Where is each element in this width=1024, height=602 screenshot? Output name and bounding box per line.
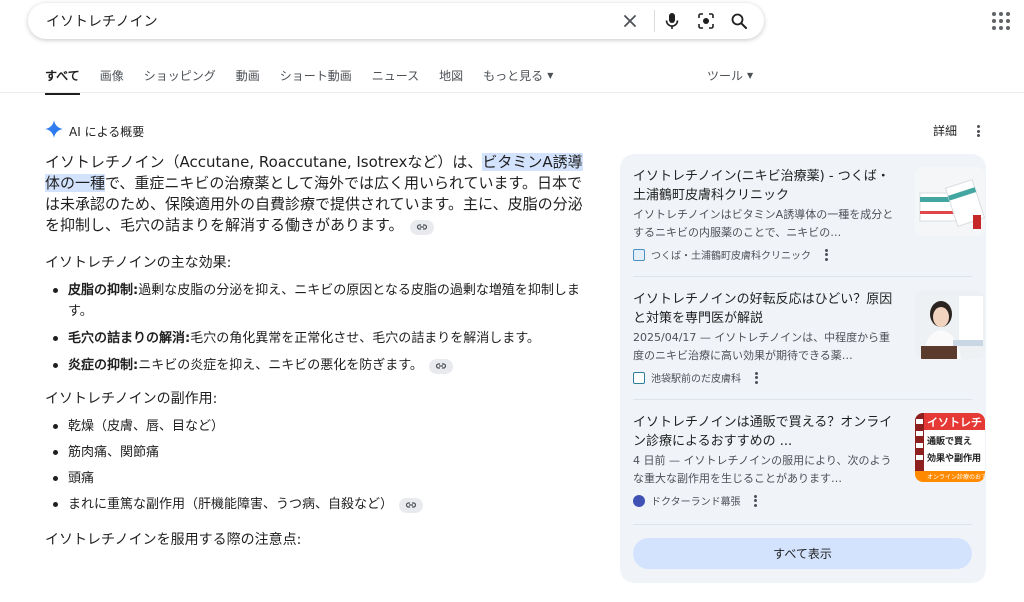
thumb-text: 通販で買え	[927, 437, 973, 447]
more-options-icon[interactable]	[821, 248, 831, 261]
list-item: 皮脂の抑制:過剰な皮脂の分泌を抑え、ニキビの原因となる皮脂の過剰な増殖を抑制しま…	[45, 280, 585, 322]
tab-news[interactable]: ニュース	[372, 64, 419, 92]
tools-button[interactable]: ツール ▼	[707, 67, 753, 84]
thumbnail-image[interactable]	[915, 290, 985, 359]
more-options-icon[interactable]	[751, 371, 761, 384]
effects-heading: イソトレチノインの主な効果:	[45, 255, 232, 271]
source-meta: 池袋駅前のだ皮膚科	[633, 370, 761, 385]
side-effect-text: まれに重篤な副作用（肝機能障害、うつ病、自殺など）	[68, 497, 394, 512]
card-divider	[633, 399, 972, 400]
precautions-heading: イソトレチノインを服用する際の注意点:	[45, 532, 302, 548]
effects-list: 皮脂の抑制:過剰な皮脂の分泌を抑え、ニキビの原因となる皮脂の過剰な増殖を抑制しま…	[45, 280, 585, 376]
link-icon[interactable]	[399, 497, 424, 513]
search-icon[interactable]	[729, 11, 749, 31]
effect-term: 炎症の抑制:	[68, 358, 139, 373]
source-snippet: 4 日前 — イソトレチノインの服用により、次のような重大な副作用を生じることが…	[633, 454, 892, 485]
tab-maps[interactable]: 地図	[439, 64, 463, 92]
sources-panel: イソトレチノイン(ニキビ治療薬) - つくば・土浦鶴町皮膚科クリニック イソトレ…	[620, 154, 986, 583]
source-site: 池袋駅前のだ皮膚科	[651, 374, 741, 385]
favicon-icon	[633, 371, 645, 384]
close-icon[interactable]	[620, 11, 640, 31]
side-effects-heading: イソトレチノインの副作用:	[45, 391, 218, 407]
chevron-down-icon: ▼	[547, 71, 554, 80]
thumb-text: オンライン診療のおすすめ	[927, 474, 985, 481]
favicon-icon	[633, 248, 645, 261]
list-item: 頭痛	[45, 468, 585, 489]
list-item: 乾燥（皮膚、唇、目など）	[45, 416, 585, 437]
effect-term: 毛穴の詰まりの解消:	[68, 331, 191, 346]
search-input[interactable]	[46, 6, 606, 36]
effect-text: 過剰な皮脂の分泌を抑え、ニキビの原因となる皮脂の過剰な増殖を抑制します。	[68, 283, 580, 319]
intro-text-1: イソトレチノイン（Accutane, Roaccutane, Isotrexなど…	[45, 153, 483, 171]
search-bar	[28, 3, 764, 39]
source-snippet: 2025/04/17 — イソトレチノインは、中程度から重度のニキビ治療に高い効…	[633, 331, 891, 362]
more-options-icon[interactable]	[973, 125, 983, 137]
source-site: ドクターランド幕張	[651, 497, 741, 508]
tab-short-videos[interactable]: ショート動画	[280, 64, 352, 92]
tabs-divider	[0, 92, 1024, 93]
apps-grid-icon[interactable]	[992, 12, 1010, 30]
list-item: 炎症の抑制:ニキビの炎症を抑え、ニキビの悪化を防ぎます。	[45, 355, 585, 376]
thumbnail-image[interactable]: イソトレチ 通販で買え 効果や副作用 オンライン診療のおすすめ	[915, 413, 985, 482]
search-tabs: すべて 画像 ショッピング 動画 ショート動画 ニュース 地図 もっと見る ▼	[45, 64, 573, 95]
thumbnail-image[interactable]	[915, 167, 985, 236]
link-icon[interactable]	[409, 219, 434, 235]
tab-more-label: もっと見る	[483, 69, 544, 83]
effect-text: ニキビの炎症を抑え、ニキビの悪化を防ぎます。	[138, 358, 423, 373]
favicon-icon	[633, 494, 645, 507]
more-options-icon[interactable]	[751, 494, 761, 507]
sparkle-icon	[45, 120, 63, 142]
tab-images[interactable]: 画像	[100, 64, 124, 92]
tools-label: ツール	[707, 69, 744, 83]
link-icon[interactable]	[428, 358, 453, 374]
ai-overview-title: AI による概要	[69, 124, 145, 139]
tab-more[interactable]: もっと見る ▼	[483, 64, 553, 92]
mic-icon[interactable]	[662, 11, 682, 31]
card-divider	[633, 276, 972, 277]
thumb-text: イソトレチ	[927, 416, 982, 429]
intro-text-2: で、重症ニキビの治療薬として海外では広く用いられています。日本では未承認のため、…	[45, 174, 583, 234]
effect-term: 皮脂の抑制:	[68, 283, 139, 298]
source-site: つくば・土浦鶴町皮膚科クリニック	[651, 251, 811, 262]
tab-shopping[interactable]: ショッピング	[144, 64, 216, 92]
source-meta: ドクターランド幕張	[633, 493, 761, 508]
source-meta: つくば・土浦鶴町皮膚科クリニック	[633, 247, 831, 262]
lens-icon[interactable]	[696, 11, 716, 31]
source-title[interactable]: イソトレチノインは通販で買える？オンライン診療によるおすすめの ...	[633, 413, 895, 451]
list-item: まれに重篤な副作用（肝機能障害、うつ病、自殺など）	[45, 494, 585, 515]
source-title[interactable]: イソトレチノインの好転反応はひどい？原因と対策を専門医が解説	[633, 290, 895, 328]
tab-all[interactable]: すべて	[45, 64, 80, 95]
chevron-down-icon: ▼	[747, 71, 754, 80]
source-snippet: イソトレチノインはビタミンA誘導体の一種を成分とするニキビの内服薬のことで、ニキ…	[633, 208, 894, 239]
tab-videos[interactable]: 動画	[236, 64, 260, 92]
show-all-button[interactable]: すべて表示	[633, 538, 972, 569]
card-divider	[633, 524, 972, 525]
thumb-text: 効果や副作用	[927, 454, 982, 464]
ai-overview-header: AI による概要	[45, 120, 144, 142]
search-divider	[654, 10, 655, 32]
ai-overview-body: イソトレチノイン（Accutane, Roaccutane, Isotrexなど…	[45, 152, 585, 549]
source-title[interactable]: イソトレチノイン(ニキビ治療薬) - つくば・土浦鶴町皮膚科クリニック	[633, 167, 895, 205]
effect-text: 毛穴の角化異常を正常化させ、毛穴の詰まりを解消します。	[190, 331, 540, 346]
detail-button[interactable]: 詳細	[933, 122, 957, 139]
side-effects-list: 乾燥（皮膚、唇、目など） 筋肉痛、関節痛 頭痛 まれに重篤な副作用（肝機能障害、…	[45, 416, 585, 515]
list-item: 筋肉痛、関節痛	[45, 442, 585, 463]
list-item: 毛穴の詰まりの解消:毛穴の角化異常を正常化させ、毛穴の詰まりを解消します。	[45, 328, 585, 349]
intro-paragraph: イソトレチノイン（Accutane, Roaccutane, Isotrexなど…	[45, 152, 585, 236]
